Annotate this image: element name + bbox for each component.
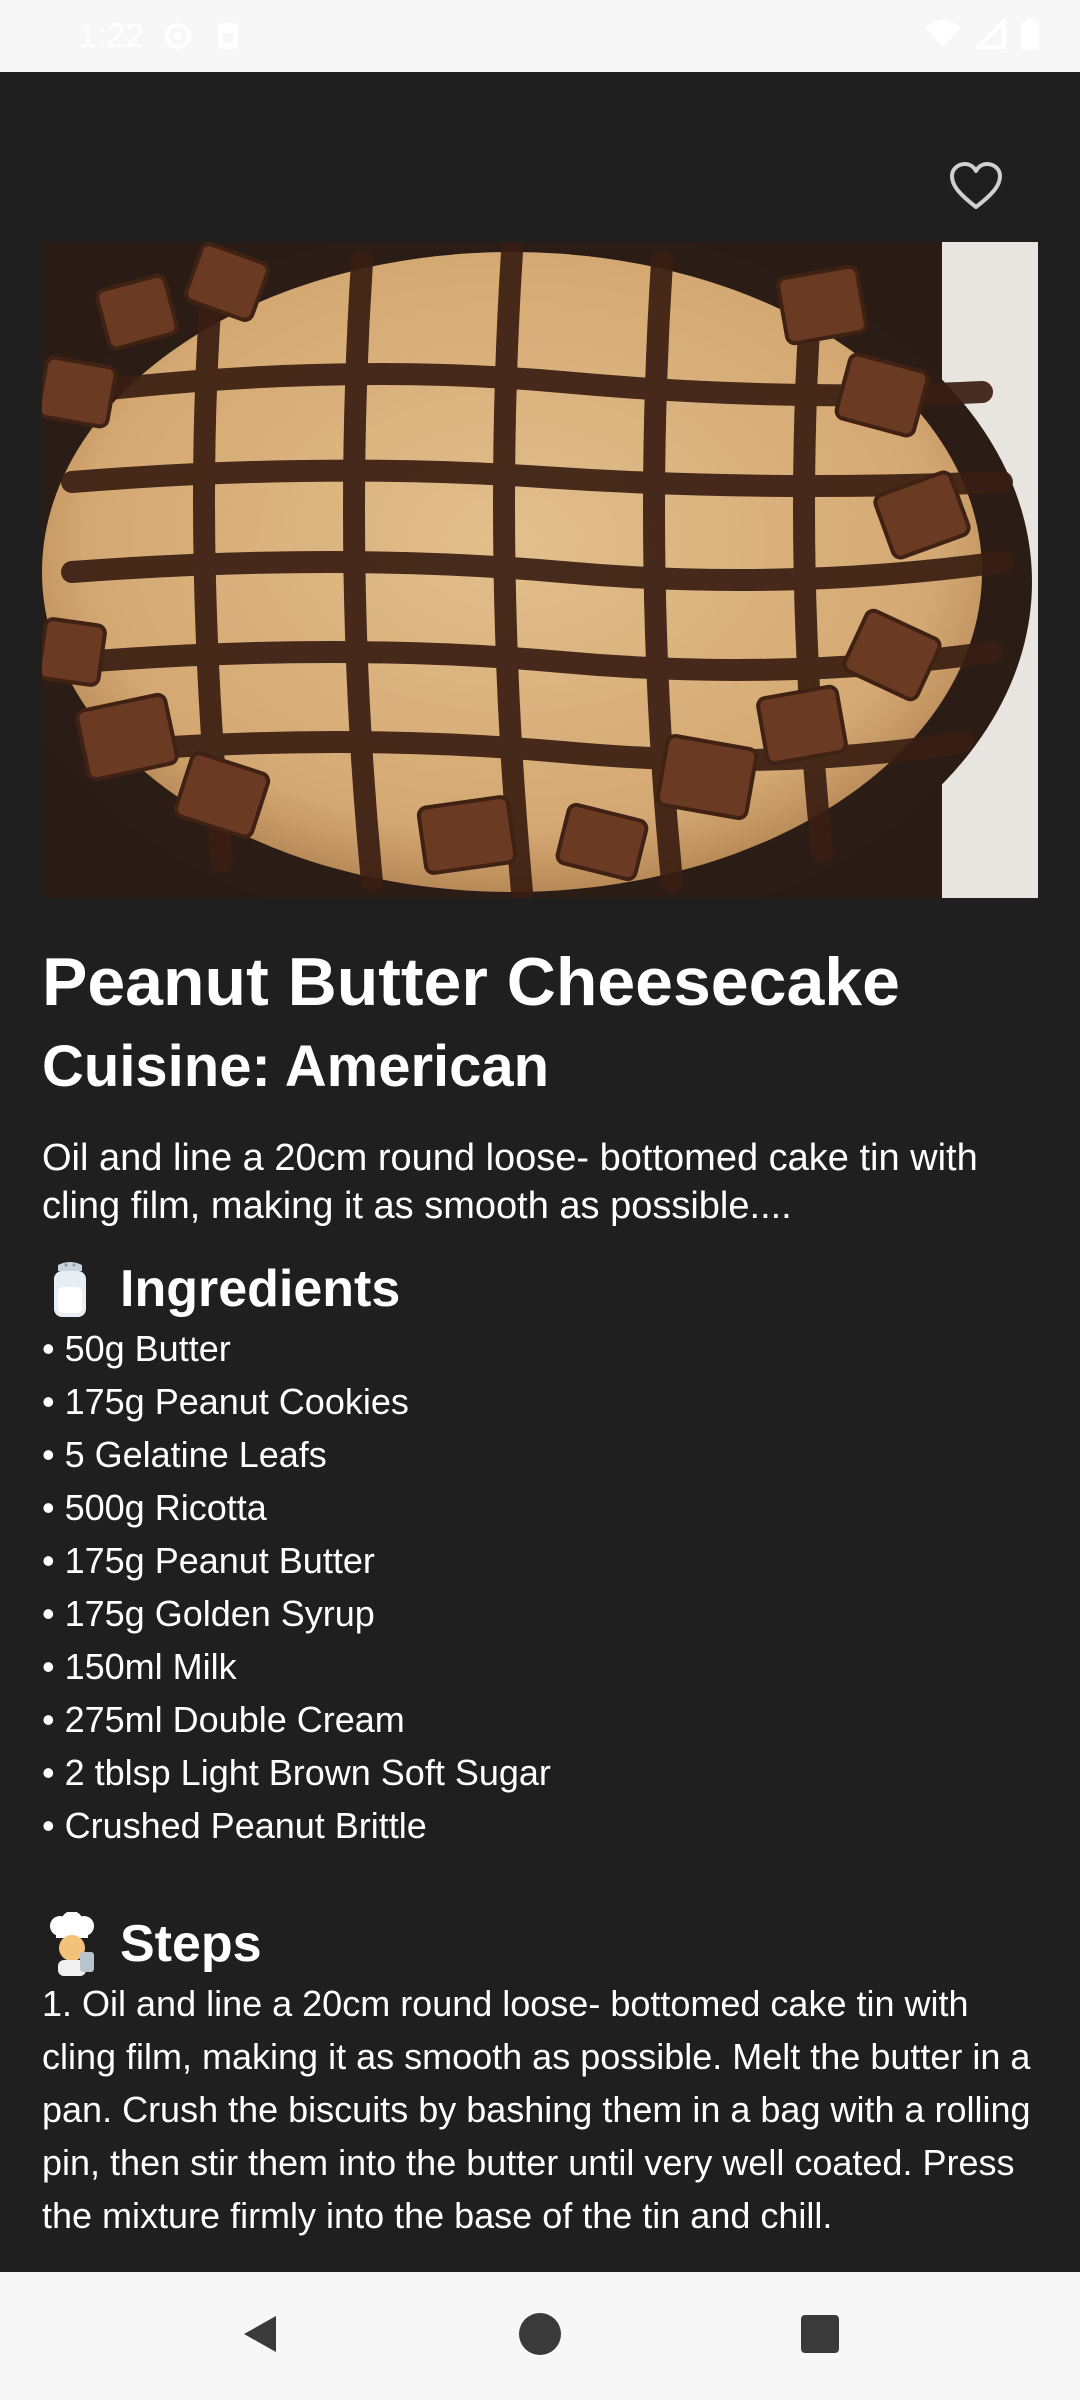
status-indicators bbox=[924, 15, 1040, 55]
list-item: • 5 Gelatine Leafs bbox=[42, 1434, 327, 1475]
list-item: • 275ml Double Cream bbox=[42, 1699, 405, 1740]
steps-heading: Steps bbox=[42, 1912, 1042, 1976]
nav-back-button[interactable] bbox=[228, 2304, 292, 2368]
square-recents-icon bbox=[799, 2313, 841, 2360]
battery-icon bbox=[1020, 17, 1040, 55]
list-item: • 50g Butter bbox=[42, 1328, 231, 1369]
list-item: • 500g Ricotta bbox=[42, 1487, 267, 1528]
system-navigation-bar bbox=[0, 2272, 1080, 2400]
nav-recents-button[interactable] bbox=[788, 2304, 852, 2368]
circle-home-icon bbox=[517, 2311, 563, 2362]
chef-icon bbox=[42, 1912, 106, 1976]
list-item: • 150ml Milk bbox=[42, 1646, 237, 1687]
settings-gear-icon bbox=[162, 20, 194, 52]
list-item: • 175g Peanut Butter bbox=[42, 1540, 375, 1581]
recipe-title: Peanut Butter Cheesecake bbox=[42, 944, 900, 1020]
list-item: • Crushed Peanut Brittle bbox=[42, 1805, 427, 1846]
status-time: 1:22 bbox=[78, 16, 145, 55]
list-item: • 2 tblsp Light Brown Soft Sugar bbox=[42, 1752, 551, 1793]
list-item: • 175g Peanut Cookies bbox=[42, 1381, 409, 1422]
recipe-summary: Oil and line a 20cm round loose- bottome… bbox=[42, 1137, 978, 1227]
recipe-cuisine: Cuisine: American bbox=[42, 1034, 550, 1099]
wifi-icon bbox=[924, 19, 962, 54]
list-item: • 175g Golden Syrup bbox=[42, 1593, 375, 1634]
heart-outline-icon bbox=[948, 161, 1004, 216]
recipe-image bbox=[42, 242, 1038, 898]
steps-heading-label: Steps bbox=[120, 1915, 262, 1973]
status-bar: 1:22 bbox=[0, 0, 1080, 72]
ingredients-list: • 50g Butter • 175g Peanut Cookies • 5 G… bbox=[42, 1322, 1042, 1852]
signal-icon bbox=[973, 15, 1006, 54]
favorite-button[interactable] bbox=[940, 152, 1012, 224]
recipe-detail-screen[interactable]: Peanut Butter Cheesecake Cuisine: Americ… bbox=[0, 72, 1080, 2272]
triangle-back-icon bbox=[238, 2312, 282, 2361]
ingredients-heading: Ingredients bbox=[42, 1257, 1042, 1321]
nav-home-button[interactable] bbox=[508, 2304, 572, 2368]
ingredients-heading-label: Ingredients bbox=[120, 1260, 401, 1318]
steps-text: 1. Oil and line a 20cm round loose- bott… bbox=[42, 1983, 1031, 2236]
sim-card-icon bbox=[212, 20, 244, 52]
salt-shaker-icon bbox=[42, 1257, 106, 1321]
